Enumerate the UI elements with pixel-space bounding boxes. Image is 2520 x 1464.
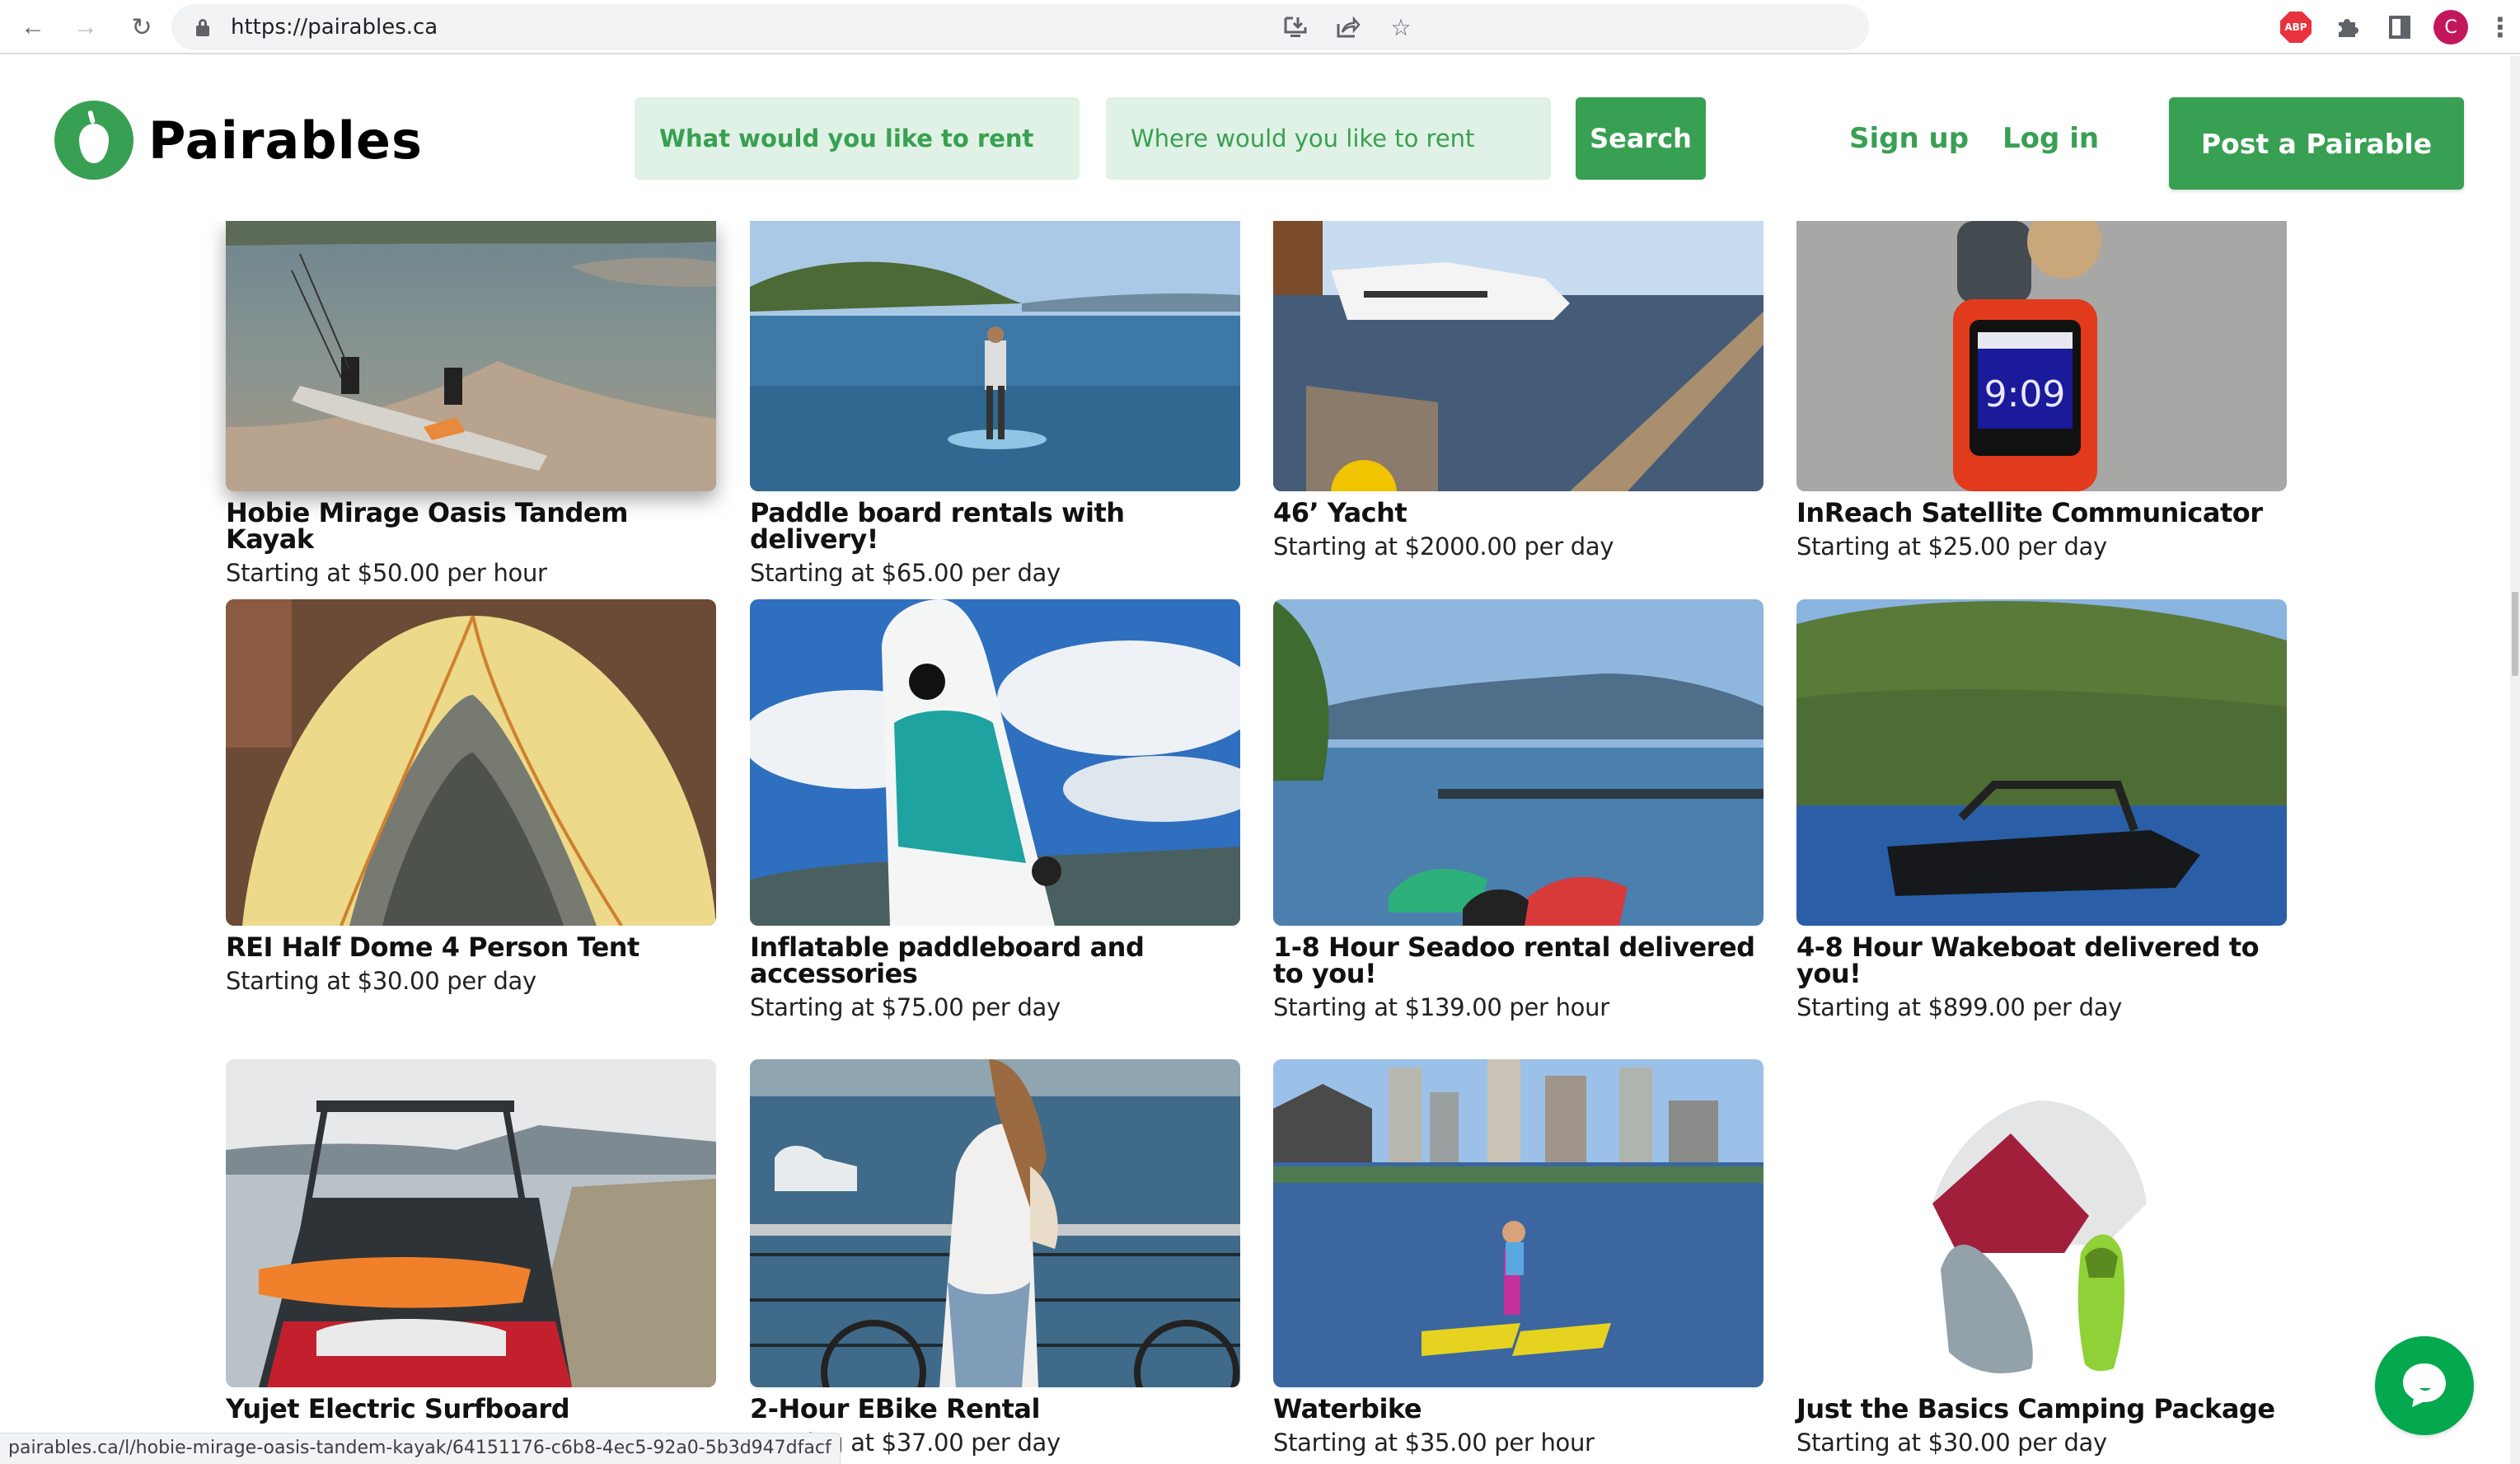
- share-icon[interactable]: [1332, 12, 1365, 42]
- install-app-icon[interactable]: [1279, 12, 1312, 42]
- listing-price: Starting at $50.00 per hour: [226, 559, 547, 587]
- listing-image-camping-package[interactable]: [1796, 1059, 2287, 1387]
- listing-title[interactable]: Inflatable paddleboard and accessories: [750, 934, 1240, 987]
- listing-price: Starting at $139.00 per hour: [1273, 993, 1609, 1021]
- forward-arrow-icon[interactable]: →: [68, 9, 104, 45]
- listing-price: Starting at $75.00 per day: [750, 993, 1061, 1021]
- brand-name: Pairables: [148, 110, 423, 171]
- chat-launcher-button[interactable]: [2375, 1336, 2474, 1435]
- listing-price: Starting at $35.00 per hour: [1273, 1429, 1595, 1457]
- lock-icon[interactable]: [196, 19, 209, 37]
- listing-card[interactable]: 2-Hour EBike Rental Starting at $37.00 p…: [750, 1059, 1240, 1457]
- listing-image-wakeboat[interactable]: [1796, 599, 2287, 926]
- listing-card[interactable]: Inflatable paddleboard and accessories S…: [750, 599, 1240, 1021]
- chat-bubble-icon: [2403, 1363, 2446, 1407]
- sign-up-link[interactable]: Sign up: [1849, 122, 1969, 155]
- log-in-link[interactable]: Log in: [2002, 122, 2099, 155]
- listing-image-inflatable-paddleboard[interactable]: [750, 599, 1240, 926]
- search-button[interactable]: Search: [1576, 97, 1706, 180]
- listing-image-electric-surfboard[interactable]: [226, 1059, 716, 1387]
- listing-title[interactable]: Paddle board rentals with delivery!: [750, 500, 1240, 552]
- listing-image-ebike[interactable]: [750, 1059, 1240, 1387]
- listing-image-kayak[interactable]: [226, 221, 716, 491]
- listing-price: Starting at $899.00 per day: [1796, 993, 2123, 1021]
- bookmark-star-icon[interactable]: ☆: [1384, 12, 1417, 42]
- listing-title[interactable]: 2-Hour EBike Rental: [750, 1396, 1240, 1422]
- what-to-rent-placeholder: What would you like to rent: [659, 124, 1034, 152]
- listing-price: Starting at $25.00 per day: [1796, 533, 2107, 561]
- site-logo[interactable]: Pairables: [54, 101, 423, 180]
- address-bar[interactable]: https://pairables.ca ☆: [171, 4, 1869, 50]
- adblock-plus-icon[interactable]: ABP: [2278, 9, 2314, 45]
- listing-card[interactable]: 9:09 InReach Satellite Communicator Star…: [1796, 221, 2287, 561]
- listing-title[interactable]: Hobie Mirage Oasis Tandem Kayak: [226, 500, 716, 552]
- browser-toolbar: ← → ↻ https://pairables.ca ☆ ABP C ⋮: [0, 0, 2520, 54]
- listing-price: Starting at $30.00 per day: [1796, 1429, 2107, 1457]
- listing-title[interactable]: Just the Basics Camping Package: [1796, 1396, 2287, 1422]
- where-to-rent-input[interactable]: Where would you like to rent: [1106, 97, 1551, 180]
- listing-image-satellite-communicator[interactable]: 9:09: [1796, 221, 2287, 491]
- listing-card[interactable]: 4-8 Hour Wakeboat delivered to you! Star…: [1796, 599, 2287, 1021]
- url-text[interactable]: https://pairables.ca: [231, 15, 438, 40]
- link-preview-status-bar: pairables.ca/l/hobie-mirage-oasis-tandem…: [0, 1433, 841, 1464]
- listing-title[interactable]: 4-8 Hour Wakeboat delivered to you!: [1796, 934, 2287, 987]
- listing-title[interactable]: Waterbike: [1273, 1396, 1764, 1422]
- listing-card[interactable]: Waterbike Starting at $35.00 per hour: [1273, 1059, 1764, 1457]
- listing-title[interactable]: REI Half Dome 4 Person Tent: [226, 934, 716, 960]
- listing-image-waterbike[interactable]: [1273, 1059, 1764, 1387]
- listing-title[interactable]: Yujet Electric Surfboard: [226, 1396, 716, 1422]
- extensions-puzzle-icon[interactable]: [2329, 9, 2365, 45]
- listing-card[interactable]: 46’ Yacht Starting at $2000.00 per day: [1273, 221, 1764, 561]
- listing-card[interactable]: Hobie Mirage Oasis Tandem Kayak Starting…: [226, 221, 716, 587]
- listing-card[interactable]: Paddle board rentals with delivery! Star…: [750, 221, 1240, 587]
- listing-title[interactable]: InReach Satellite Communicator: [1796, 500, 2287, 526]
- listing-image-seadoo[interactable]: [1273, 599, 1764, 926]
- listing-card[interactable]: Yujet Electric Surfboard: [226, 1059, 716, 1429]
- svg-text:9:09: 9:09: [1984, 373, 2066, 415]
- more-menu-icon[interactable]: ⋮: [2482, 9, 2518, 45]
- pear-logo-icon: [54, 101, 133, 180]
- listing-card[interactable]: REI Half Dome 4 Person Tent Starting at …: [226, 599, 716, 995]
- what-to-rent-input[interactable]: What would you like to rent: [635, 97, 1080, 180]
- listing-image-yacht[interactable]: [1273, 221, 1764, 491]
- listing-card[interactable]: Just the Basics Camping Package Starting…: [1796, 1059, 2287, 1457]
- scrollbar-thumb[interactable]: [2512, 592, 2518, 676]
- back-arrow-icon[interactable]: ←: [15, 9, 51, 45]
- listing-image-tent[interactable]: [226, 599, 716, 926]
- listing-price: Starting at $65.00 per day: [750, 559, 1061, 587]
- listing-title[interactable]: 1-8 Hour Seadoo rental delivered to you!: [1273, 934, 1764, 987]
- listing-card[interactable]: 1-8 Hour Seadoo rental delivered to you!…: [1273, 599, 1764, 1021]
- listing-price: Starting at $2000.00 per day: [1273, 533, 1614, 561]
- profile-avatar[interactable]: C: [2433, 9, 2469, 45]
- listing-grid: Hobie Mirage Oasis Tandem Kayak Starting…: [0, 221, 2505, 1464]
- side-panel-icon[interactable]: [2382, 9, 2418, 45]
- reload-icon[interactable]: ↻: [124, 9, 160, 45]
- listing-image-paddleboard[interactable]: [750, 221, 1240, 491]
- post-a-pairable-button[interactable]: Post a Pairable: [2169, 97, 2464, 190]
- where-to-rent-placeholder: Where would you like to rent: [1131, 124, 1475, 152]
- scrollbar-track[interactable]: [2510, 56, 2520, 1464]
- listing-title[interactable]: 46’ Yacht: [1273, 500, 1764, 526]
- listing-price: Starting at $30.00 per day: [226, 967, 536, 995]
